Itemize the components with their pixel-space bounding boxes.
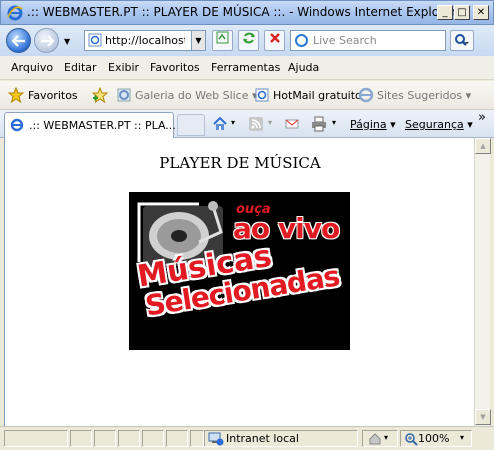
status-pane (142, 430, 164, 447)
address-dropdown-icon[interactable]: ▼ (191, 31, 205, 50)
status-pane (70, 430, 92, 447)
fav-suggested-label: Sites Sugeridos (377, 89, 463, 102)
security-menu[interactable]: Segurança ▾ (405, 118, 473, 131)
status-pane (94, 430, 116, 447)
recent-pages-dropdown-icon[interactable]: ▼ (64, 37, 70, 46)
maximize-button[interactable]: □ (454, 5, 470, 20)
page-heading: PLAYER DE MÚSICA (159, 154, 321, 172)
zoom-dropdown-icon[interactable]: ▾ (460, 433, 464, 442)
tab-bar: .:: WEBMASTER.PT :: PLA... ▾ ▾ ▾ Página … (0, 110, 494, 138)
menu-arquivo[interactable]: Arquivo (11, 61, 53, 74)
menu-editar[interactable]: Editar (64, 61, 97, 74)
hotmail-icon (255, 88, 269, 102)
favorites-star-icon (8, 87, 24, 103)
scroll-up-arrow-icon[interactable]: ▲ (475, 138, 491, 154)
compatibility-view-icon[interactable] (212, 30, 233, 51)
title-bar: .:: WEBMASTER.PT :: PLAYER DE MÚSICA ::.… (0, 0, 494, 25)
menu-ajuda[interactable]: Ajuda (288, 61, 319, 74)
status-pane (118, 430, 140, 447)
fav-web-slice-gallery[interactable]: Galeria do Web Slice ▾ (135, 89, 258, 102)
menu-bar: Arquivo Editar Exibir Favoritos Ferramen… (0, 56, 494, 80)
search-button[interactable] (450, 30, 474, 51)
search-input[interactable]: Live Search (290, 30, 446, 51)
refresh-icon[interactable] (238, 30, 259, 51)
fav-web-slice-label: Galeria do Web Slice (135, 89, 249, 102)
feeds-icon[interactable] (248, 116, 264, 132)
search-placeholder: Live Search (313, 34, 377, 47)
back-button[interactable] (6, 28, 31, 53)
close-button[interactable]: ✕ (473, 5, 489, 20)
scroll-down-arrow-icon[interactable]: ▼ (475, 409, 491, 425)
favorites-bar: Favoritos Galeria do Web Slice ▾ HotMail… (0, 81, 494, 110)
forward-arrow-icon (41, 35, 54, 47)
favorites-button[interactable]: Favoritos (28, 89, 78, 102)
minimize-button[interactable]: _ (437, 5, 453, 20)
banner-text-ao-vivo: ao vivo (233, 212, 340, 245)
navigation-bar: ▼ http://localhost/a ▼ Live Search (0, 25, 494, 56)
tab-active[interactable]: .:: WEBMASTER.PT :: PLA... (4, 112, 176, 138)
page-icon (88, 33, 102, 47)
menu-exibir[interactable]: Exibir (108, 61, 139, 74)
tab-ie-icon (10, 118, 24, 132)
intranet-zone-icon (208, 432, 224, 446)
forward-button[interactable] (34, 28, 59, 53)
mail-icon[interactable] (284, 117, 300, 131)
security-menu-label: Segurança (405, 118, 464, 131)
protected-mode-dropdown-icon[interactable]: ▾ (384, 433, 388, 442)
status-pane (190, 430, 204, 447)
status-pane (4, 430, 68, 447)
music-banner: ouça ao vivo Músicas Selecionadas (129, 192, 350, 350)
new-tab-button[interactable] (177, 114, 205, 136)
more-commands-chevron-icon[interactable]: » (478, 110, 486, 125)
fav-hotmail[interactable]: HotMail gratuito (273, 89, 362, 102)
fav-suggested-dropdown-icon[interactable]: ▾ (466, 89, 472, 102)
menu-ferramentas[interactable]: Ferramentas (211, 61, 280, 74)
page-menu[interactable]: Página ▾ (350, 118, 396, 131)
status-bar: Intranet local ▾ 100% ▾ (0, 426, 494, 450)
tab-title: .:: WEBMASTER.PT :: PLA... (29, 119, 176, 132)
page-menu-label: Página (350, 118, 387, 131)
menu-favoritos[interactable]: Favoritos (150, 61, 200, 74)
home-dropdown-icon[interactable]: ▾ (231, 118, 235, 127)
window-title: .:: WEBMASTER.PT :: PLAYER DE MÚSICA ::.… (27, 5, 457, 19)
security-zone-label: Intranet local (226, 432, 299, 445)
web-slice-icon (117, 88, 131, 102)
address-field[interactable]: http://localhost/a ▼ (84, 30, 206, 51)
fav-suggested-sites[interactable]: Sites Sugeridos ▾ (377, 89, 471, 102)
ie-logo-icon (7, 5, 23, 21)
suggested-sites-icon (358, 87, 374, 103)
home-icon[interactable] (212, 116, 228, 132)
add-to-favorites-icon[interactable] (92, 87, 108, 103)
protected-mode-icon (369, 433, 381, 445)
zoom-icon (405, 433, 418, 446)
search-icon (455, 34, 469, 46)
zoom-level: 100% (418, 432, 450, 445)
vertical-scrollbar[interactable]: ▲ ▼ (474, 138, 491, 426)
print-dropdown-icon[interactable]: ▾ (332, 118, 336, 127)
live-search-logo-icon (295, 34, 308, 47)
back-arrow-icon (12, 35, 25, 47)
address-url[interactable]: http://localhost/a (105, 34, 185, 47)
stop-icon[interactable] (264, 30, 285, 51)
feeds-dropdown-icon[interactable]: ▾ (268, 118, 272, 127)
print-icon[interactable] (310, 116, 328, 132)
page-content: PLAYER DE MÚSICA ouça ao vivo Músicas Se… (4, 138, 474, 426)
status-pane (166, 430, 188, 447)
